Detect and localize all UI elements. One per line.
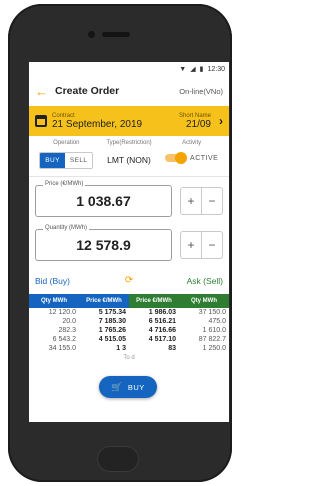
operation-toggle: BUY SELL (39, 152, 94, 169)
buy-button[interactable]: 🛒 BUY (99, 376, 157, 398)
status-time: 12:30 (207, 65, 225, 73)
contract-selector[interactable]: Contract 21 September, 2019 Short Name 2… (29, 106, 229, 136)
price-stepper: + − (180, 187, 223, 215)
table-row[interactable]: 282.3 1 765.26 4 716.66 1 610.0 (29, 326, 229, 335)
cart-icon: 🛒 (111, 381, 123, 392)
chevron-right-icon[interactable]: › (219, 114, 223, 128)
type-caption: Type(Restriction) (106, 140, 152, 146)
contract-date: 21 September, 2019 (52, 118, 143, 130)
ask-price: 4 716.66 (148, 327, 176, 334)
calendar-icon (35, 115, 47, 127)
buy-button-label: BUY (127, 382, 145, 392)
wifi-icon: ◢ (190, 66, 196, 73)
price-minus-button[interactable]: − (202, 188, 222, 214)
quantity-row: Quantity (MWh) 12 578.9 + − (29, 225, 229, 261)
quantity-value: 12 578.9 (76, 237, 131, 253)
status-bar: ▼ ◢ ▮ 12:30 (29, 62, 229, 76)
bid-label: Bid (Buy) (35, 275, 70, 286)
ask-qty: 475.0 (208, 318, 226, 325)
table-row[interactable]: 34 155.0 1 3 83 1 250.0 (29, 344, 229, 353)
quantity-field[interactable]: Quantity (MWh) 12 578.9 (35, 225, 172, 261)
short-name-value: 21/09 (185, 118, 211, 130)
signal-icon: ▼ (179, 65, 187, 73)
phone-frame: ▼ ◢ ▮ 12:30 ← Create Order On-line(VNo) … (8, 4, 232, 482)
refresh-icon[interactable]: ⟳ (125, 275, 133, 286)
ask-qty-header: Qty MWh (191, 298, 217, 304)
quantity-plus-button[interactable]: + (181, 232, 201, 258)
quantity-label: Quantity (MWh) (43, 225, 90, 231)
price-plus-button[interactable]: + (181, 188, 201, 214)
quantity-stepper: + − (180, 231, 223, 259)
price-label: Price (€/MWh) (43, 181, 86, 187)
table-row[interactable]: 6 543.2 4 515.05 4 517.10 87 822.7 (29, 335, 229, 344)
sell-segment[interactable]: SELL (64, 153, 93, 168)
ask-qty: 1 250.0 (202, 345, 226, 352)
bid-ask-header: Bid (Buy) ⟳ Ask (Sell) (29, 275, 229, 286)
switch-knob (175, 152, 188, 164)
buy-segment[interactable]: BUY (40, 153, 65, 168)
app-screen: ▼ ◢ ▮ 12:30 ← Create Order On-line(VNo) … (29, 62, 229, 422)
ask-price: 6 516.21 (148, 318, 176, 325)
ask-qty: 1 610.0 (202, 327, 226, 334)
bid-qty: 282.3 (58, 327, 76, 334)
price-field[interactable]: Price (€/MWh) 1 038.67 (35, 181, 172, 217)
activity-caption: Activity (182, 140, 202, 146)
bid-qty: 34 155.0 (48, 345, 76, 352)
bid-qty: 20.0 (62, 318, 76, 325)
activity-value: ACTIVE (190, 154, 219, 162)
order-book: Qty MWh Price €/MWh Price €/MWh Qty MWh … (29, 294, 229, 361)
bid-price: 1 3 (116, 345, 126, 352)
ask-price: 1 986.03 (148, 309, 176, 316)
online-status: On-line(VNo) (179, 86, 223, 96)
speaker-grille (102, 32, 130, 37)
ask-price-header: Price €/MWh (136, 298, 172, 304)
table-row[interactable]: 20.0 7 185.30 6 516.21 475.0 (29, 317, 229, 326)
bid-price: 1 765.26 (98, 327, 126, 334)
ask-qty: 37 150.0 (198, 309, 226, 316)
price-row: Price (€/MWh) 1 038.67 + − (29, 181, 229, 217)
table-row[interactable]: 12 120.0 5 175.34 1 986.03 37 150.0 (29, 308, 229, 317)
page-title: Create Order (55, 85, 120, 97)
bid-price: 4 515.05 (98, 336, 126, 343)
order-options: Operation BUY SELL Type(Restriction) LMT… (29, 136, 229, 169)
order-book-header: Qty MWh Price €/MWh Price €/MWh Qty MWh (29, 294, 229, 308)
bid-price: 5 175.34 (98, 309, 126, 316)
ask-price: 4 517.10 (148, 336, 176, 343)
ask-label: Ask (Sell) (186, 275, 224, 286)
divider (29, 176, 229, 177)
type-value[interactable]: LMT (NON) (107, 155, 151, 165)
order-book-footer: To d (123, 355, 135, 361)
ask-qty: 87 822.7 (198, 336, 226, 343)
bid-qty: 12 120.0 (48, 309, 76, 316)
camera-icon (88, 31, 95, 38)
quantity-minus-button[interactable]: − (202, 232, 222, 258)
ask-price: 83 (168, 345, 176, 352)
bid-price-header: Price €/MWh (86, 298, 122, 304)
bid-qty: 6 543.2 (52, 336, 76, 343)
app-bar: ← Create Order On-line(VNo) (29, 76, 229, 106)
price-value: 1 038.67 (76, 193, 131, 209)
back-arrow-icon[interactable]: ← (35, 84, 51, 99)
operation-caption: Operation (53, 140, 80, 146)
bid-price: 7 185.30 (98, 318, 126, 325)
battery-icon: ▮ (199, 66, 204, 73)
activity-switch[interactable] (165, 152, 188, 164)
home-button[interactable] (97, 446, 139, 472)
bid-qty-header: Qty MWh (41, 298, 67, 304)
